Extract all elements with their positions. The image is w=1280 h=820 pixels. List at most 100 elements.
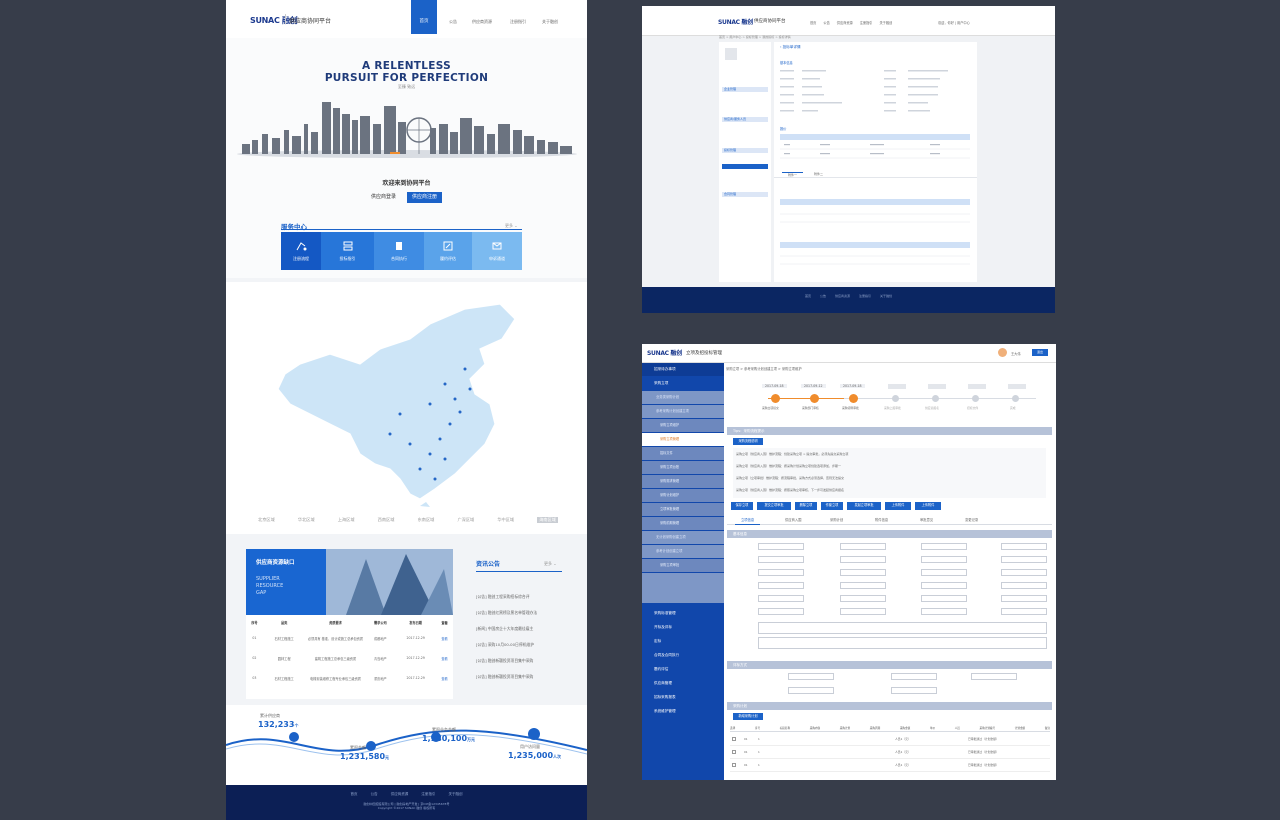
region-shanghai[interactable]: 上海区域 xyxy=(338,517,355,523)
form-select[interactable] xyxy=(840,582,886,589)
sidebar-group[interactable]: 投标管理 xyxy=(722,148,768,153)
form-select[interactable] xyxy=(921,582,967,589)
form-input[interactable] xyxy=(758,556,804,563)
form-select[interactable] xyxy=(921,595,967,602)
region-southwest[interactable]: 西南区域 xyxy=(378,517,395,523)
supplier-login-button[interactable]: 供应商登录 xyxy=(366,192,401,203)
form-select[interactable] xyxy=(1001,608,1047,615)
sidebar-item[interactable]: 采购计划维护 xyxy=(642,489,724,502)
sidebar-item[interactable]: 合同及合同执行 xyxy=(642,649,724,662)
sidebar-item[interactable]: 无计划采购创建立项 xyxy=(642,531,724,544)
upload-button[interactable]: 上传附件 xyxy=(885,502,911,510)
row-checkbox[interactable] xyxy=(732,737,736,741)
form-input[interactable] xyxy=(891,687,937,694)
footer-link[interactable]: 供应商资源 xyxy=(835,294,850,298)
tab[interactable]: 供应商入围 xyxy=(785,517,801,522)
sidebar-group[interactable]: 企业管理 xyxy=(722,87,768,92)
footer-link[interactable]: 首页 xyxy=(351,792,358,796)
view-link[interactable]: 查看 xyxy=(436,668,453,688)
sidebar-item[interactable]: 履约评估 xyxy=(642,663,724,676)
logo[interactable]: SUNAC 融创 xyxy=(647,348,682,357)
region-guangshen[interactable]: 广深区域 xyxy=(457,517,474,523)
news-item[interactable]: [公告] 融创新疆投资项目集中采购 xyxy=(476,653,537,669)
view-link[interactable]: 查看 xyxy=(436,628,453,648)
tab[interactable]: 附件信息 xyxy=(875,517,888,522)
nav-item[interactable]: 供应商资源 xyxy=(837,21,853,25)
form-input[interactable] xyxy=(921,556,967,563)
form-input[interactable] xyxy=(1001,595,1047,602)
form-input[interactable] xyxy=(788,687,834,694)
region-central[interactable]: 华中区域 xyxy=(497,517,514,523)
void-button[interactable]: 作废立项 xyxy=(821,502,843,510)
service-bid-guide[interactable]: 投标指引 xyxy=(321,232,374,270)
form-select[interactable] xyxy=(840,595,886,602)
nav-item[interactable]: 公告 xyxy=(823,21,829,25)
region-beijing[interactable]: 北京区域 xyxy=(258,517,275,523)
sidebar-item[interactable]: 立项审批管理 xyxy=(642,503,724,516)
form-select[interactable] xyxy=(921,608,967,615)
footer-link[interactable]: 注册指引 xyxy=(421,792,435,796)
sidebar-item-active[interactable]: 采购立项管理 xyxy=(642,433,724,446)
sidebar-item[interactable]: 参考计划创建立项 xyxy=(642,545,724,558)
start-approval-button[interactable]: 发起立项审批 xyxy=(847,502,881,510)
logo[interactable]: SUNAC 融创 xyxy=(718,17,753,26)
process-info-button[interactable]: 采购流程说明 xyxy=(733,438,763,445)
tab[interactable]: 附件二 xyxy=(814,172,823,176)
sidebar-group[interactable]: 合同管理 xyxy=(722,192,768,197)
supplier-register-button[interactable]: 供应商注册 xyxy=(407,192,443,203)
form-input[interactable] xyxy=(840,556,886,563)
footer-link[interactable]: 公告 xyxy=(371,792,378,796)
footer-link[interactable]: 关于融创 xyxy=(449,792,463,796)
form-textarea[interactable] xyxy=(758,637,1047,649)
news-more-link[interactable]: 更多 ⌄ xyxy=(544,561,557,567)
sidebar-item[interactable]: 招标文件 xyxy=(642,447,724,460)
news-item[interactable]: [公告] 融创工程采购招标综合评 xyxy=(476,589,537,605)
news-item[interactable]: [公告] 融创新疆投资项目集中采购 xyxy=(476,669,537,685)
form-input[interactable] xyxy=(921,569,967,576)
region-north[interactable]: 华北区域 xyxy=(298,517,315,523)
sidebar-item[interactable]: 招采待办事项 xyxy=(642,363,724,376)
form-select[interactable] xyxy=(758,543,804,550)
nav-item-resources[interactable]: 供应商资源 xyxy=(472,19,492,25)
tab[interactable]: 附件一 xyxy=(782,172,804,177)
form-select[interactable] xyxy=(1001,582,1047,589)
nav-item[interactable]: 注册指引 xyxy=(860,21,873,25)
upload-button[interactable]: 上传附件 xyxy=(915,502,941,510)
sidebar-item[interactable]: 系统维护管理 xyxy=(642,705,724,718)
add-plan-button[interactable]: 新增采购计划 xyxy=(733,713,763,720)
sidebar-item-active[interactable] xyxy=(722,164,768,169)
form-select[interactable] xyxy=(840,543,886,550)
footer-link[interactable]: 公告 xyxy=(820,294,826,298)
sidebar-item[interactable]: 定标 xyxy=(642,635,724,648)
form-select[interactable] xyxy=(840,608,886,615)
form-input[interactable] xyxy=(971,673,1017,680)
sidebar-item[interactable]: 参考采购计划创建立项 xyxy=(642,405,724,418)
service-register-flow[interactable]: 注册流程 xyxy=(281,232,321,270)
region-hainan[interactable]: 海南区域 xyxy=(537,517,558,523)
user-menu[interactable]: 欢迎，你好 | 用户中心 xyxy=(938,20,970,25)
sidebar-item[interactable]: 采购立项维护 xyxy=(642,419,724,432)
sidebar-item[interactable]: 采购立项 xyxy=(642,377,724,390)
form-input[interactable] xyxy=(758,569,804,576)
sidebar-item[interactable]: 开标及评标 xyxy=(642,621,724,634)
form-select[interactable] xyxy=(758,608,804,615)
tab[interactable]: 变更记录 xyxy=(965,517,978,522)
sidebar-item[interactable]: 招标采购报表 xyxy=(642,691,724,704)
avatar[interactable] xyxy=(998,348,1007,357)
view-link[interactable]: 查看 xyxy=(436,648,453,668)
form-input[interactable] xyxy=(1001,543,1047,550)
tab[interactable]: 审批意见 xyxy=(920,517,933,522)
news-item[interactable]: [新闻] 中国房企十大年度最佳雇主 xyxy=(476,621,537,637)
news-item[interactable]: [公告] 采购10月00-00日停机维护 xyxy=(476,637,537,653)
region-southeast[interactable]: 东南区域 xyxy=(418,517,435,523)
service-contract[interactable]: 合同执行 xyxy=(374,232,424,270)
form-select[interactable] xyxy=(788,673,834,680)
form-input[interactable] xyxy=(1001,569,1047,576)
nav-item-guide[interactable]: 注册指引 xyxy=(510,19,526,25)
tab-active[interactable]: 立项信息 xyxy=(735,517,761,525)
form-select[interactable] xyxy=(758,595,804,602)
logout-button[interactable]: 退出 xyxy=(1032,349,1048,356)
news-item[interactable]: [公告] 融创红黑榜及黑名单管理办法 xyxy=(476,605,537,621)
sidebar-group[interactable]: 供应商/服务人员 xyxy=(722,117,768,122)
nav-item-about[interactable]: 关于融创 xyxy=(542,19,558,25)
